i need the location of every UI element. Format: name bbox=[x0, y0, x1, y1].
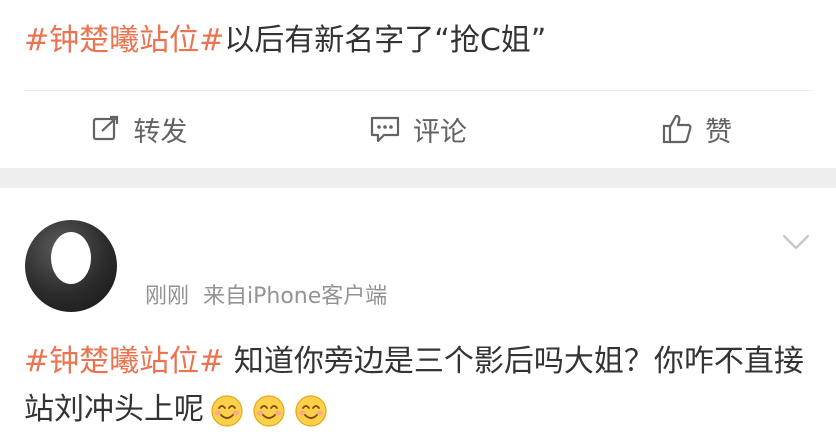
chevron-down-icon[interactable] bbox=[780, 230, 812, 254]
section-gap bbox=[0, 168, 836, 188]
topic-link[interactable]: #钟楚曦站位# bbox=[24, 344, 224, 379]
smile-emoji-icon bbox=[295, 394, 327, 427]
comment-button[interactable]: 评论 bbox=[279, 110, 558, 149]
like-label: 赞 bbox=[705, 116, 733, 148]
post-text: #钟楚曦站位#以后有新名字了“抢C姐” bbox=[24, 16, 814, 66]
smile-emoji-icon bbox=[211, 394, 243, 427]
avatar-face bbox=[51, 232, 91, 284]
source-client: 来自iPhone客户端 bbox=[203, 284, 388, 309]
post-body: 以后有新名字了“抢C姐” bbox=[224, 23, 547, 58]
like-button[interactable]: 赞 bbox=[557, 110, 836, 149]
emoji-row bbox=[210, 394, 328, 428]
share-icon bbox=[91, 114, 121, 144]
comment-meta: 刚刚 来自iPhone客户端 bbox=[145, 278, 387, 310]
topic-link[interactable]: #钟楚曦站位# bbox=[24, 23, 224, 58]
action-bar: 转发 评论 赞 bbox=[0, 92, 836, 166]
like-icon bbox=[661, 113, 693, 145]
avatar[interactable] bbox=[25, 220, 117, 312]
comment-label: 评论 bbox=[413, 116, 467, 148]
comment-icon bbox=[369, 114, 401, 144]
divider bbox=[24, 90, 812, 91]
comment-text: #钟楚曦站位# 知道你旁边是三个影后吗大姐？你咋不直接站刘冲头上呢 bbox=[24, 338, 814, 434]
share-button[interactable]: 转发 bbox=[0, 110, 279, 149]
share-label: 转发 bbox=[133, 116, 188, 148]
smile-emoji-icon bbox=[253, 394, 285, 427]
timestamp: 刚刚 bbox=[145, 284, 190, 309]
